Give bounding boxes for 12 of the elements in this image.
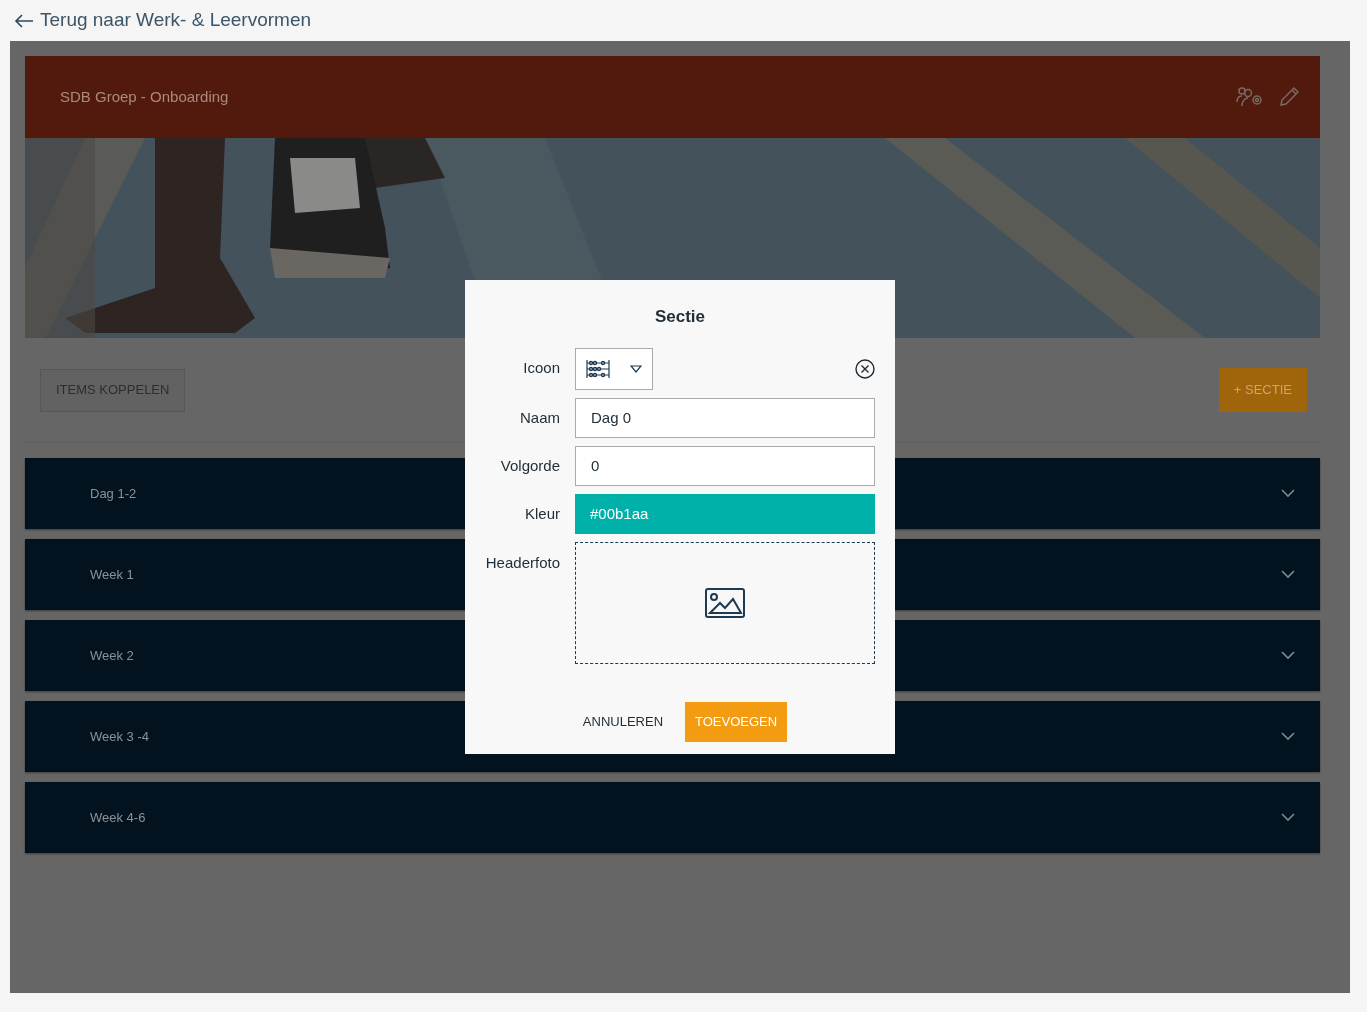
section-title: Week 3 -4 xyxy=(90,727,149,746)
course-title: SDB Groep - Onboarding xyxy=(60,86,229,107)
section-title: Week 4-6 xyxy=(90,808,146,827)
field-label: Naam xyxy=(519,407,560,428)
field-label: Volgorde xyxy=(499,455,560,476)
field-label: Headerfoto xyxy=(485,552,560,573)
field-label: Icoon xyxy=(522,357,560,378)
field-label: Kleur xyxy=(523,503,560,524)
section-title: Week 1 xyxy=(90,565,134,584)
dialog-title: Sectie xyxy=(653,306,707,328)
section-title: Week 2 xyxy=(90,646,134,665)
section-title: Dag 1-2 xyxy=(90,484,137,503)
